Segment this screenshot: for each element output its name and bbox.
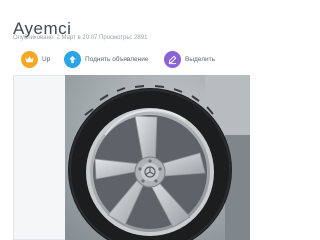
highlight-button[interactable]: Выделить: [164, 49, 215, 69]
wheel-photo: [65, 75, 250, 240]
highlight-label: Выделить: [185, 55, 215, 63]
up-label: Up: [42, 55, 51, 63]
raise-listing-label: Поднять объявление: [85, 55, 149, 63]
crown-icon: [21, 50, 38, 68]
listing-meta: Опубликовано: 2 Март в 20:07 Просмотры: …: [13, 35, 148, 41]
listing-actions: Up Поднять объявление Выделить: [0, 49, 250, 69]
up-button[interactable]: Up: [21, 49, 50, 69]
raise-listing-button[interactable]: Поднять объявление: [64, 49, 148, 69]
pencil-icon: [164, 50, 181, 68]
listing-page: Ayemci Опубликовано: 2 Март в 20:07 Прос…: [0, 0, 250, 240]
listing-photo[interactable]: [65, 75, 250, 240]
arrow-up-icon: [64, 50, 81, 68]
